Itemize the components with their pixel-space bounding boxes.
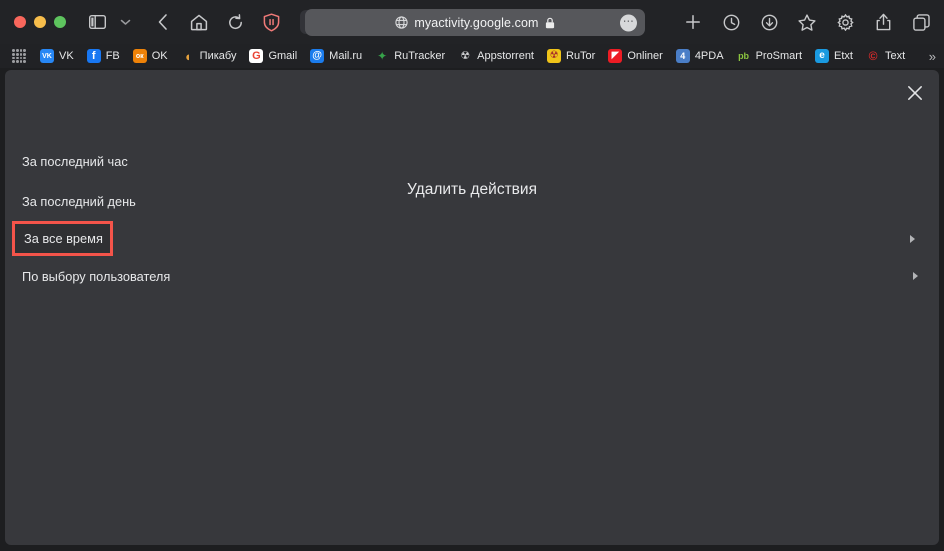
bookmark-star-icon[interactable] [794, 9, 820, 35]
bookmark-favicon: ☢ [547, 49, 561, 63]
menu-item-label: За последний день [22, 193, 136, 209]
bookmark-favicon: ✦ [377, 49, 388, 63]
minimize-window-button[interactable] [34, 16, 46, 28]
window-controls [14, 16, 66, 28]
browser-toolbar: ⚡ myactivity.google.com [0, 0, 944, 44]
bookmark-label: RuTracker [394, 50, 446, 62]
new-tab-icon[interactable] [680, 9, 706, 35]
bookmark-item[interactable]: ◤ Onliner [608, 49, 663, 63]
home-icon[interactable] [186, 9, 212, 35]
bookmark-item[interactable]: pb ProSmart [737, 49, 802, 63]
maximize-window-button[interactable] [54, 16, 66, 28]
menu-item[interactable]: За последний день [5, 181, 939, 221]
close-icon[interactable] [902, 80, 928, 106]
bookmark-label: OK [151, 50, 168, 62]
bookmark-list: VK VK f FB ок OK ◖ Пикабу G Gmail @ Mail.ru ✦ RuTrack… [40, 49, 918, 63]
bookmark-label: Mail.ru [329, 50, 363, 62]
back-icon[interactable] [150, 9, 176, 35]
bookmark-item[interactable]: © Text [866, 49, 906, 63]
ellipsis-icon[interactable]: ⋯ [620, 14, 637, 31]
bookmark-item[interactable]: VK VK [40, 49, 74, 63]
globe-icon [395, 16, 409, 29]
bookmark-item[interactable]: ✦ RuTracker [375, 49, 445, 63]
bookmark-item[interactable]: @ Mail.ru [310, 49, 362, 63]
bookmark-label: Appstorrent [477, 50, 534, 62]
bookmark-favicon: ◤ [608, 49, 623, 63]
bookmark-favicon: pb [738, 50, 750, 61]
bookmark-favicon: ☢ [460, 49, 471, 62]
sidebar-toggle-icon[interactable] [84, 9, 110, 35]
bookmark-label: Пикабу [199, 50, 237, 62]
bookmark-item[interactable]: ☢ Appstorrent [458, 49, 534, 63]
lock-icon [545, 17, 555, 29]
close-window-button[interactable] [14, 16, 26, 28]
share-icon[interactable] [870, 9, 896, 35]
bookmark-label: FB [105, 50, 120, 62]
chevron-down-icon[interactable] [112, 9, 138, 35]
bookmark-label: Etxt [834, 50, 853, 62]
settings-gear-icon[interactable] [832, 9, 858, 35]
bookmark-favicon: f [86, 49, 101, 63]
bookmark-item[interactable]: G Gmail [249, 49, 297, 63]
bookmark-item[interactable]: ок OK [132, 49, 168, 63]
chevron-right-icon [913, 272, 918, 280]
bookmark-item[interactable]: f FB [86, 49, 120, 63]
bookmark-item[interactable]: ☢ RuTor [547, 49, 595, 63]
menu-item-label: По выбору пользователя [22, 268, 171, 284]
tab-overview-icon[interactable] [908, 9, 934, 35]
bookmark-label: Gmail [268, 50, 298, 62]
downloads-icon[interactable] [756, 9, 782, 35]
history-clock-icon[interactable] [718, 9, 744, 35]
shield-pause-icon[interactable] [258, 9, 284, 35]
bookmark-favicon: ◖ [183, 49, 192, 63]
bookmark-label: Onliner [627, 50, 663, 62]
menu-item[interactable]: По выбору пользователя [5, 256, 939, 296]
chevron-right-icon [910, 234, 915, 243]
apps-grid-icon[interactable] [12, 49, 26, 63]
bookmark-item[interactable]: e Etxt [815, 49, 853, 63]
browser-window: ⚡ myactivity.google.com [0, 0, 944, 551]
bookmark-favicon: VK [40, 49, 54, 63]
bookmark-label: ProSmart [755, 50, 803, 62]
bookmarks-bar: VK VK f FB ок OK ◖ Пикабу G Gmail @ Mail.ru ✦ RuTrack… [0, 44, 944, 68]
bookmark-favicon: © [868, 49, 878, 63]
bookmark-label: VK [59, 50, 74, 62]
reload-icon[interactable] [222, 9, 248, 35]
bookmark-favicon: G [249, 49, 264, 63]
menu-item[interactable]: За последний час [5, 141, 939, 181]
toolbar-right-actions [680, 0, 934, 44]
page-content: Удалить действия За последний час За посл… [5, 70, 939, 545]
bookmarks-overflow-button[interactable]: » [929, 49, 936, 64]
bookmark-favicon: e [815, 49, 830, 63]
menu-item-label: За все время [24, 231, 103, 246]
bookmark-favicon: ок [132, 49, 147, 63]
address-bar[interactable]: myactivity.google.com ⋯ [305, 9, 645, 36]
delete-activity-menu: За последний час За последний день За все … [5, 141, 939, 296]
bookmark-favicon: @ [310, 49, 325, 63]
bookmark-item[interactable]: ◖ Пикабу [181, 49, 237, 63]
bookmark-item[interactable]: 4 4PDA [675, 49, 724, 63]
menu-item[interactable]: За все время [12, 221, 915, 256]
bookmark-label: 4PDA [694, 50, 724, 62]
bookmark-label: Text [884, 50, 906, 62]
address-bar-url: myactivity.google.com [414, 15, 539, 30]
bookmark-label: RuTor [566, 50, 596, 62]
bookmark-favicon: 4 [675, 49, 690, 63]
menu-item-label: За последний час [22, 153, 128, 169]
